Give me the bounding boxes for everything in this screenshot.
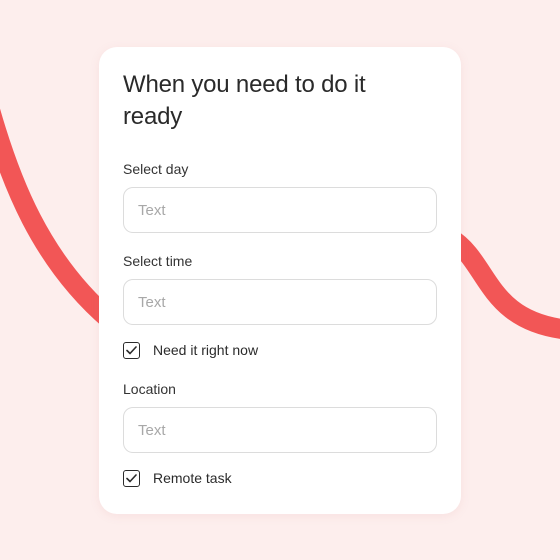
form-title: When you need to do it ready — [123, 71, 366, 130]
need-it-now-checkbox[interactable] — [123, 341, 140, 359]
select-time-input-wrap — [123, 279, 437, 325]
location-input-wrap — [123, 407, 437, 453]
need-it-now-label: Need it right now — [153, 342, 259, 358]
select-day-input-wrap — [123, 187, 437, 233]
select-time-label: Select time — [123, 253, 193, 269]
location-input[interactable] — [123, 407, 437, 453]
select-time-group: Select time — [123, 252, 192, 270]
select-time-input[interactable] — [123, 279, 437, 325]
schedule-form-card: When you need to do it ready Select day … — [99, 47, 461, 514]
check-icon — [126, 473, 137, 482]
select-day-label: Select day — [123, 161, 189, 177]
remote-task-label: Remote task — [153, 470, 232, 486]
select-day-input[interactable] — [123, 187, 437, 233]
remote-task-checkbox[interactable] — [123, 469, 140, 487]
remote-task-option[interactable]: Remote task — [123, 468, 232, 488]
check-icon — [126, 345, 137, 354]
location-label: Location — [123, 381, 176, 397]
select-day-group: Select day — [123, 160, 188, 178]
need-it-now-option[interactable]: Need it right now — [123, 340, 258, 360]
location-group: Location — [123, 380, 176, 398]
